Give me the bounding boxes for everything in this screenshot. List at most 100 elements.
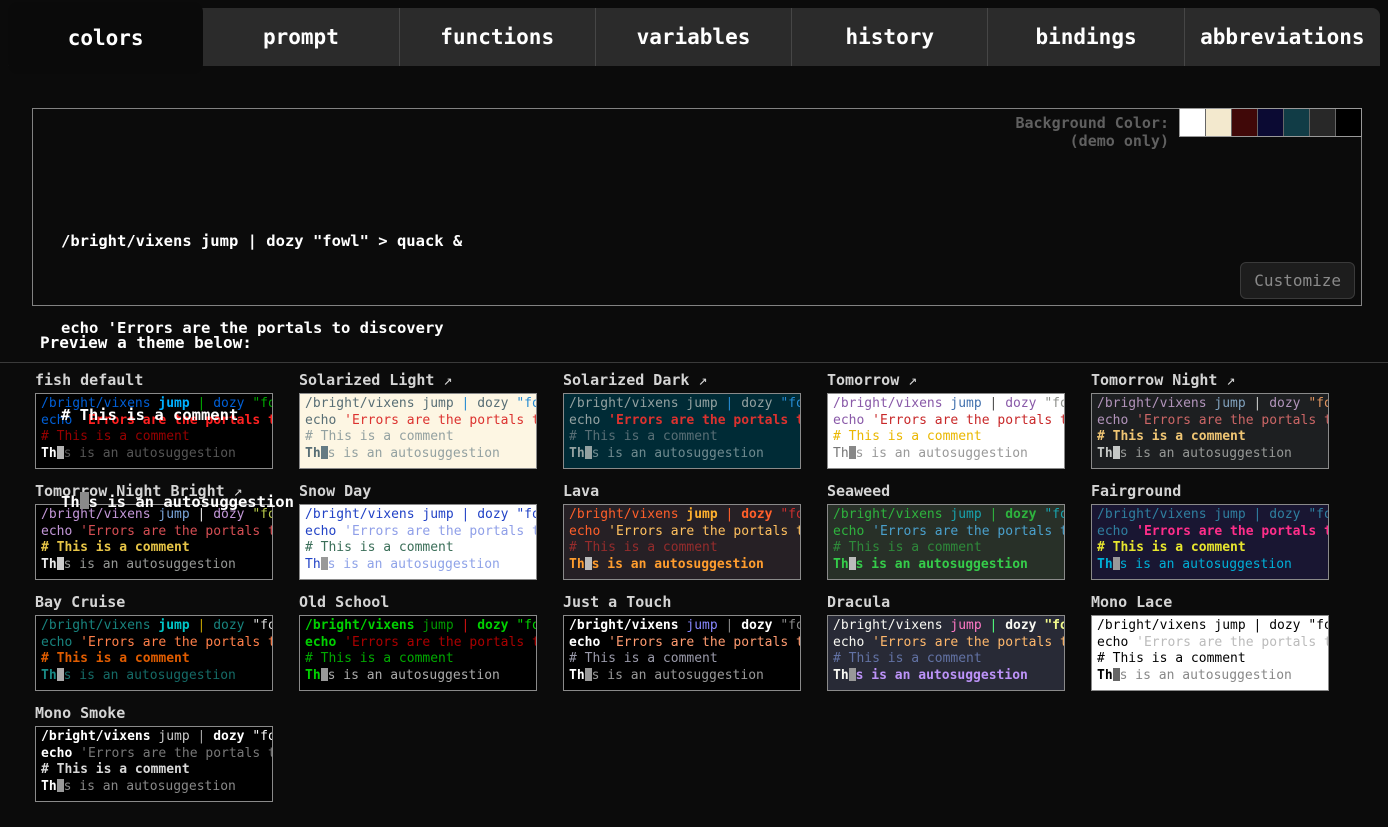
fish-config-page: colorspromptfunctionsvariableshistorybin… bbox=[0, 8, 1388, 822]
text-cursor bbox=[57, 668, 64, 681]
syntax-segment: echo bbox=[305, 635, 336, 650]
syntax-segment: s is an autosuggestion bbox=[856, 668, 1028, 683]
tab-history[interactable]: history bbox=[791, 8, 987, 66]
syntax-segment: | bbox=[198, 618, 206, 633]
theme-line-1: /bright/vixens jump | dozy "fowl" > quac… bbox=[41, 618, 267, 635]
tab-abbreviations[interactable]: abbreviations bbox=[1184, 8, 1380, 66]
theme-title: Just a Touch bbox=[563, 593, 801, 615]
syntax-segment: # This is a comment bbox=[569, 651, 718, 666]
text-cursor bbox=[1113, 668, 1120, 681]
syntax-segment: /bright/vixens bbox=[833, 618, 943, 633]
theme-preview-box[interactable]: /bright/vixens jump | dozy "fowl" > quac… bbox=[299, 615, 537, 691]
background-swatch-5[interactable] bbox=[1310, 109, 1335, 136]
syntax-segment: 'Errors are the portals to discovery bbox=[80, 746, 273, 761]
tab-functions[interactable]: functions bbox=[399, 8, 595, 66]
theme-line-2: echo 'Errors are the portals to discover… bbox=[305, 635, 531, 652]
tab-bar: colorspromptfunctionsvariableshistorybin… bbox=[8, 8, 1380, 66]
theme-line-3: # This is a comment bbox=[305, 651, 531, 668]
text-cursor bbox=[849, 668, 856, 681]
theme-line-2: echo 'Errors are the portals to discover… bbox=[1097, 635, 1323, 652]
syntax-segment: /bright/vixens bbox=[41, 618, 151, 633]
theme-line-1: /bright/vixens jump | dozy "fowl" > quac… bbox=[1097, 618, 1323, 635]
background-swatch-0[interactable] bbox=[1180, 109, 1205, 136]
syntax-segment: "fowl" > quack & bbox=[1308, 618, 1329, 633]
theme-preview-box[interactable]: /bright/vixens jump | dozy "fowl" > quac… bbox=[563, 615, 801, 691]
theme-line-4: Ths is an autosuggestion bbox=[305, 668, 531, 685]
tab-prompt[interactable]: prompt bbox=[203, 8, 398, 66]
terminal-line-4: Ths is an autosuggestion bbox=[61, 488, 1361, 517]
text-cursor bbox=[80, 492, 89, 509]
background-swatch-2[interactable] bbox=[1232, 109, 1257, 136]
syntax-segment: echo bbox=[1097, 635, 1128, 650]
syntax-segment: # This is a comment bbox=[41, 651, 190, 666]
theme-line-4: Th s is an autosuggestion bbox=[833, 668, 1059, 685]
syntax-segment: dozy bbox=[213, 729, 244, 744]
theme-line-3: # This is a comment bbox=[569, 651, 795, 668]
theme-card-bay-cruise[interactable]: Bay Cruise/bright/vixens jump | dozy "fo… bbox=[35, 593, 273, 691]
syntax-segment: jump bbox=[950, 618, 981, 633]
theme-line-3: # This is a comment bbox=[1097, 651, 1323, 668]
syntax-segment: "fowl" > quack & bbox=[252, 729, 273, 744]
syntax-segment: Th bbox=[41, 779, 57, 794]
syntax-segment: s is an autosuggestion bbox=[328, 668, 500, 683]
syntax-segment: Th bbox=[41, 668, 57, 683]
syntax-segment: dozy bbox=[741, 618, 772, 633]
theme-card-just-a-touch[interactable]: Just a Touch/bright/vixens jump | dozy "… bbox=[563, 593, 801, 691]
theme-card-mono-smoke[interactable]: Mono Smoke/bright/vixens jump | dozy "fo… bbox=[35, 704, 273, 802]
syntax-segment: 'Errors are the portals to discovery bbox=[1136, 635, 1329, 650]
theme-line-1: /bright/vixens jump | dozy "fowl" > quac… bbox=[41, 729, 267, 746]
terminal-preview: /bright/vixens jump | dozy "fowl" > quac… bbox=[33, 109, 1361, 575]
theme-line-2: echo 'Errors are the portals to discover… bbox=[569, 635, 795, 652]
background-color-label-line2: (demo only) bbox=[1015, 132, 1169, 150]
theme-line-3: # This is a comment bbox=[833, 651, 1059, 668]
text-cursor bbox=[585, 668, 592, 681]
syntax-segment: jump bbox=[1214, 618, 1245, 633]
theme-preview-box[interactable]: /bright/vixens jump | dozy "fowl" > quac… bbox=[35, 726, 273, 802]
syntax-segment: Th bbox=[833, 668, 849, 683]
tab-variables[interactable]: variables bbox=[595, 8, 791, 66]
background-swatch-6[interactable] bbox=[1336, 109, 1361, 136]
syntax-segment: s is an autosuggestion bbox=[1120, 668, 1292, 683]
tab-bindings[interactable]: bindings bbox=[987, 8, 1183, 66]
main-preview-panel: Background Color: (demo only) /bright/vi… bbox=[32, 108, 1362, 306]
syntax-segment: # This is a comment bbox=[1097, 651, 1246, 666]
syntax-segment: | bbox=[462, 618, 470, 633]
theme-line-2: echo 'Errors are the portals to discover… bbox=[41, 635, 267, 652]
theme-card-dracula[interactable]: Dracula/bright/vixens jump | dozy "fowl"… bbox=[827, 593, 1065, 691]
syntax-segment: /bright/vixens bbox=[305, 618, 415, 633]
syntax-segment: "fowl" > quack & bbox=[516, 618, 537, 633]
syntax-segment: echo bbox=[569, 635, 600, 650]
theme-title: Mono Smoke bbox=[35, 704, 273, 726]
syntax-segment: 'Errors are the portals to discovery bbox=[608, 635, 801, 650]
syntax-segment: "fowl" > quack & bbox=[252, 618, 273, 633]
syntax-segment: "fowl" > quack & bbox=[780, 618, 801, 633]
colors-tab-content: Background Color: (demo only) /bright/vi… bbox=[0, 108, 1388, 822]
customize-button[interactable]: Customize bbox=[1240, 262, 1355, 299]
syntax-segment: dozy bbox=[1269, 618, 1300, 633]
theme-title: Old School bbox=[299, 593, 537, 615]
syntax-segment: | bbox=[1254, 618, 1262, 633]
theme-preview-box[interactable]: /bright/vixens jump | dozy "fowl" > quac… bbox=[1091, 615, 1329, 691]
theme-preview-box[interactable]: /bright/vixens jump | dozy "fowl" > quac… bbox=[35, 615, 273, 691]
syntax-segment: jump bbox=[158, 618, 189, 633]
theme-line-4: Ths is an autosuggestion bbox=[569, 668, 795, 685]
theme-card-mono-lace[interactable]: Mono Lace/bright/vixens jump | dozy "fow… bbox=[1091, 593, 1329, 691]
syntax-segment: dozy bbox=[213, 618, 244, 633]
theme-line-2: echo 'Errors are the portals to discover… bbox=[41, 746, 267, 763]
theme-line-3: # This is a comment bbox=[41, 651, 267, 668]
background-color-label: Background Color: (demo only) bbox=[1015, 114, 1169, 150]
text-cursor bbox=[57, 779, 64, 792]
syntax-segment: s is an autosuggestion bbox=[64, 779, 236, 794]
tab-colors[interactable]: colors bbox=[8, 2, 203, 74]
syntax-segment: s is an autosuggestion bbox=[64, 668, 236, 683]
background-swatch-3[interactable] bbox=[1258, 109, 1283, 136]
background-swatch-1[interactable] bbox=[1206, 109, 1231, 136]
background-swatch-4[interactable] bbox=[1284, 109, 1309, 136]
syntax-segment: jump bbox=[158, 729, 189, 744]
syntax-segment: # This is a comment bbox=[833, 651, 982, 666]
theme-card-old-school[interactable]: Old School/bright/vixens jump | dozy "fo… bbox=[299, 593, 537, 691]
syntax-segment: Th bbox=[1097, 668, 1113, 683]
theme-preview-box[interactable]: /bright/vixens jump | dozy "fowl" > quac… bbox=[827, 615, 1065, 691]
theme-line-4: Th s is an autosuggestion bbox=[1097, 668, 1323, 685]
syntax-segment: jump bbox=[422, 618, 453, 633]
